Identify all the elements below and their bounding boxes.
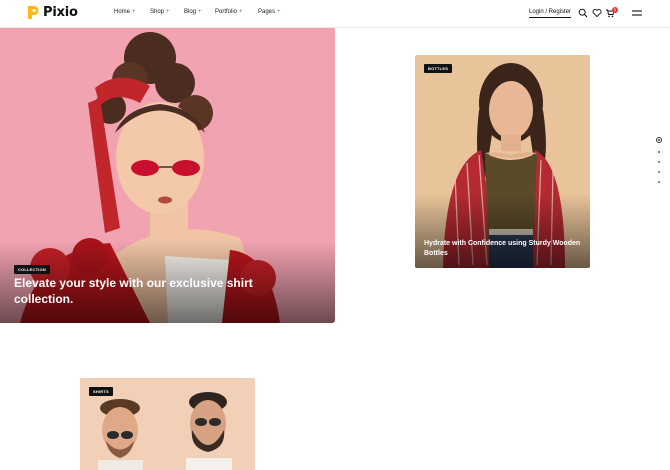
card-tag: BOTTLES [424, 64, 453, 73]
plus-icon: + [132, 9, 136, 15]
plus-icon: + [198, 9, 202, 15]
collection-card[interactable]: COLLECTION Elevate your style with our e… [0, 28, 335, 323]
heart-icon[interactable] [592, 8, 602, 18]
cart-count-badge: 0 [612, 7, 618, 13]
search-icon[interactable] [578, 8, 588, 18]
plus-icon: + [166, 9, 170, 15]
menu-icon[interactable] [631, 8, 643, 18]
login-register-link[interactable]: Login / Register [529, 9, 572, 18]
logo-icon [28, 6, 39, 19]
pagination-dot[interactable] [658, 181, 660, 183]
nav-label: Blog [184, 9, 197, 15]
pagination-dot[interactable] [658, 161, 660, 163]
nav-item-home[interactable]: Home + [114, 9, 136, 15]
nav-item-pages[interactable]: Pages + [258, 9, 281, 15]
card-tag: SHIRTS [89, 387, 113, 396]
card-caption[interactable]: Elevate your style with our exclusive sh… [14, 275, 254, 307]
nav-label: Pages [258, 9, 276, 15]
plus-icon: + [277, 9, 281, 15]
nav-label: Shop [150, 9, 165, 15]
shirts-card[interactable]: SHIRTS [80, 378, 255, 470]
nav-label: Home [114, 9, 131, 15]
pagination-dot[interactable] [658, 151, 660, 153]
nav-label: Portfolio [215, 9, 238, 15]
brand-name: Pixio [43, 5, 78, 20]
nav-item-portfolio[interactable]: Portfolio + [215, 9, 243, 15]
site-header: Pixio Home + Shop + Blog + Portfolio + P… [0, 0, 670, 28]
brand-logo[interactable]: Pixio [27, 5, 78, 20]
nav-item-shop[interactable]: Shop + [150, 9, 170, 15]
card-tag: COLLECTION [14, 265, 50, 274]
nav-item-blog[interactable]: Blog + [184, 9, 202, 15]
plus-icon: + [239, 9, 243, 15]
bottles-model-image [415, 55, 590, 268]
slider-pagination [656, 137, 662, 183]
card-caption[interactable]: Hydrate with Confidence using Sturdy Woo… [424, 239, 589, 259]
pagination-dot[interactable] [658, 171, 660, 173]
pagination-dot-active[interactable] [656, 137, 662, 143]
bottles-card[interactable]: BOTTLES Hydrate with Confidence using St… [415, 55, 590, 268]
